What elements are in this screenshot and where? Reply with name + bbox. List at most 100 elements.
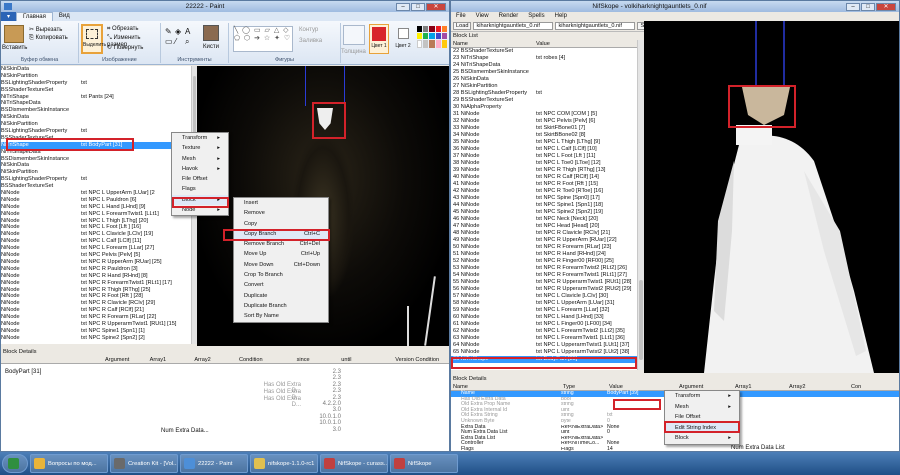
submenu-item-copy[interactable]: Copy xyxy=(234,219,328,229)
palette-swatch[interactable] xyxy=(417,33,423,39)
tree-row[interactable]: NiSkinPartition xyxy=(1,121,191,128)
tree-row[interactable]: NiNode txt NPC R Hand [RHnd] [8] xyxy=(1,273,191,280)
palette-swatch[interactable] xyxy=(429,26,435,32)
block-list-row[interactable]: 42 NiNode txt NPC R Toe0 [RToe] [16] xyxy=(451,188,637,195)
scroll-thumb[interactable] xyxy=(639,280,643,360)
block-list-row[interactable]: 43 NiNode txt NPC Spine [Spn0] [17] xyxy=(451,195,637,202)
block-list-row[interactable]: 37 NiNode txt NPC L Foot [Lft ] [11] xyxy=(451,153,637,160)
tree-row[interactable]: NiTriShapeData xyxy=(1,100,191,107)
tree-row[interactable]: BSLightingShaderProperty txt xyxy=(1,80,191,87)
paint-titlebar[interactable]: 22222 - Paint – □ ✕ xyxy=(1,1,449,12)
right-menu-item-mesh[interactable]: Mesh ▸ xyxy=(665,402,739,413)
eraser-icon[interactable]: ▭ xyxy=(165,37,173,46)
taskbar-button[interactable]: Вопросы по мод... xyxy=(30,454,108,473)
tree-row[interactable]: BSDismemberSkinInstance xyxy=(1,156,191,163)
block-list-row[interactable]: 58 NiNode txt NPC L UpperArm [LUar] [31] xyxy=(451,300,637,307)
palette-swatch[interactable] xyxy=(429,33,435,39)
block-list-row[interactable]: 27 NiSkinPartition xyxy=(451,83,637,90)
menu-view[interactable]: View xyxy=(471,12,494,21)
menu-item-file-offset[interactable]: File Offset xyxy=(172,174,228,184)
right-details-col[interactable]: Name xyxy=(451,383,561,390)
block-list-row[interactable]: 36 NiNode txt NPC L Calf [LClf] [10] xyxy=(451,146,637,153)
rotate-button[interactable]: ↻ Повернуть xyxy=(107,44,143,51)
paste-button[interactable]: Вставить xyxy=(2,45,27,51)
submenu-item-insert[interactable]: Insert xyxy=(234,198,328,208)
menu-help[interactable]: Help xyxy=(550,12,572,21)
submenu-item-move-down[interactable]: Move Down Ctrl+Down xyxy=(234,260,328,270)
block-list-row[interactable]: 33 NiNode txt SkirtFBone01 [7] xyxy=(451,125,637,132)
left-details-col[interactable]: until xyxy=(339,356,393,363)
block-list-row[interactable]: 62 NiNode txt NPC L ForearmTwist2 [LLt2] … xyxy=(451,328,637,335)
magnifier-icon[interactable]: ⌕ xyxy=(185,37,189,47)
taskbar-button[interactable]: Creation Kit - [Vol... xyxy=(110,454,178,473)
block-list-row[interactable]: 53 NiNode txt NPC R ForearmTwist2 [RLt2] … xyxy=(451,265,637,272)
block-list-row[interactable]: 52 NiNode txt NPC R Finger00 [RF00] [25] xyxy=(451,258,637,265)
load-path-combo[interactable]: kiharknightgauntlets_0.nif xyxy=(473,22,554,30)
menu-item-flags[interactable]: Flags xyxy=(172,184,228,194)
block-list-row[interactable]: 60 NiNode txt NPC L Hand [LHnd] [33] xyxy=(451,314,637,321)
block-list-row[interactable]: 31 NiNode txt NPC COM [COM ] [5] xyxy=(451,111,637,118)
start-button[interactable] xyxy=(2,454,28,473)
taskbar-button[interactable]: NifSkope - curass... xyxy=(320,454,388,473)
color-picker-icon[interactable]: ⁄ xyxy=(175,37,176,46)
block-list-row[interactable]: 51 NiNode txt NPC R Hand [RHnd] [24] xyxy=(451,251,637,258)
tree-row[interactable]: NiNode txt NPC R Foot [Rft ] [28] xyxy=(1,293,191,300)
block-list-row[interactable]: 22 BSShaderTextureSet xyxy=(451,48,637,55)
thickness-button[interactable] xyxy=(343,25,365,45)
tree-row[interactable]: BSShaderTextureSet xyxy=(1,87,191,94)
tree-row[interactable]: NiNode txt NPC Spine1 [Spn1] [1] xyxy=(1,328,191,335)
left-details-col[interactable]: Condition xyxy=(237,356,295,363)
tree-row[interactable]: NiNode txt NPC L Pauldron [6] xyxy=(1,197,191,204)
submenu-item-duplicate-branch[interactable]: Duplicate Branch xyxy=(234,301,328,311)
cut-button[interactable]: ✂ Вырезать xyxy=(29,26,62,33)
left-details-col[interactable]: Argument xyxy=(1,356,148,363)
tree-row[interactable]: NiNode txt NPC R UpperArm [RUar] [25] xyxy=(1,259,191,266)
save-path-combo[interactable]: kiharknightgauntlets_0.nif xyxy=(555,22,636,30)
tree-row[interactable]: NiSkinPartition xyxy=(1,169,191,176)
block-list-row[interactable]: 59 NiNode txt NPC L Forearm [LLar] [32] xyxy=(451,307,637,314)
block-list-row[interactable]: 28 BSLightingShaderProperty txt xyxy=(451,90,637,97)
submenu-item-crop-to-branch[interactable]: Crop To Branch xyxy=(234,270,328,280)
submenu-item-duplicate[interactable]: Duplicate xyxy=(234,291,328,301)
outline-button[interactable]: Контур xyxy=(299,27,318,33)
crop-button[interactable]: ⌗ Обрезать xyxy=(107,26,139,33)
right-menu-item-transform[interactable]: Transform ▸ xyxy=(665,391,739,402)
right-details-col[interactable]: Array1 xyxy=(733,383,787,390)
block-list-scrollbar[interactable] xyxy=(637,40,644,370)
color-palette[interactable] xyxy=(417,26,447,48)
palette-swatch[interactable] xyxy=(435,26,441,32)
right-3d-viewport[interactable] xyxy=(644,21,899,373)
block-list-row[interactable]: 45 NiNode txt NPC Spine2 [Spn2] [19] xyxy=(451,209,637,216)
block-list-row[interactable]: 50 NiNode txt NPC R Forearm [RLar] [23] xyxy=(451,244,637,251)
tree-row[interactable]: NiNode txt NPC L ForearmTwist1 [LLt1] xyxy=(1,211,191,218)
block-list-row[interactable]: 47 NiNode txt NPC Head [Head] [20] xyxy=(451,223,637,230)
block-list-row[interactable]: 44 NiNode txt NPC Spine1 [Spn1] [18] xyxy=(451,202,637,209)
block-list-row[interactable]: 41 NiNode txt NPC R Foot [Rft ] [15] xyxy=(451,181,637,188)
tree-row[interactable]: BSLightingShaderProperty txt xyxy=(1,128,191,135)
palette-swatch[interactable] xyxy=(423,33,429,39)
select-button[interactable]: Выделить xyxy=(81,24,106,54)
menu-file[interactable]: File xyxy=(451,12,471,21)
tree-row[interactable]: NiNode txt NPC Spine2 [Spn2] [2] xyxy=(1,335,191,342)
block-list-row[interactable]: 34 NiNode txt SkirtBBone02 [8] xyxy=(451,132,637,139)
right-details-col[interactable]: Type xyxy=(561,383,607,390)
tree-row[interactable]: NiSkinData xyxy=(1,66,191,73)
menu-item-texture[interactable]: Texture ▸ xyxy=(172,143,228,153)
tree-row[interactable]: BSDismemberSkinInstance xyxy=(1,107,191,114)
palette-swatch[interactable] xyxy=(435,40,441,48)
left-details-col[interactable]: Array1 xyxy=(148,356,193,363)
taskbar-button[interactable]: 22222 - Paint xyxy=(180,454,248,473)
block-list-row[interactable]: 35 NiNode txt NPC L Thigh [LThg] [9] xyxy=(451,139,637,146)
close-icon[interactable]: ✕ xyxy=(426,2,446,11)
tree-row[interactable]: NiSkinData xyxy=(1,114,191,121)
palette-swatch[interactable] xyxy=(417,26,423,32)
pencil-icon[interactable]: ✎ xyxy=(165,27,172,36)
tab-view[interactable]: Вид xyxy=(53,12,76,21)
tree-row[interactable]: NiNode txt NPC R ForearmTwist1 [RLt1] [17… xyxy=(1,280,191,287)
submenu-item-remove[interactable]: Remove xyxy=(234,208,328,218)
palette-swatch[interactable] xyxy=(417,40,423,48)
copy-button[interactable]: ⎘ Копировать xyxy=(29,35,68,42)
submenu-item-move-up[interactable]: Move Up Ctrl+Up xyxy=(234,249,328,259)
menu-spells[interactable]: Spells xyxy=(523,12,549,21)
text-icon[interactable]: A xyxy=(185,27,190,36)
